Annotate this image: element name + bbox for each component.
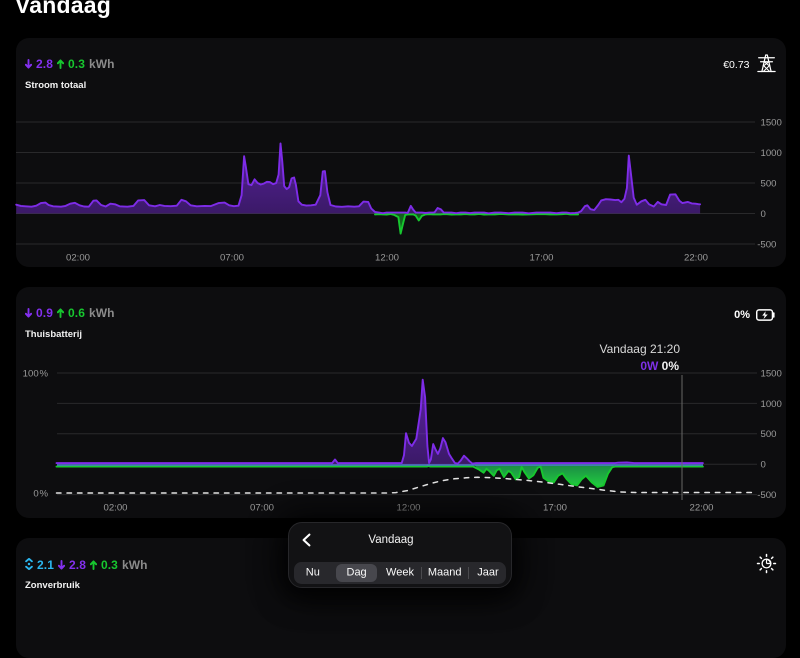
svg-text:17:00: 17:00: [543, 503, 567, 514]
svg-text:500: 500: [761, 178, 777, 189]
svg-text:0: 0: [761, 460, 766, 471]
svg-text:12:00: 12:00: [375, 253, 399, 264]
svg-text:1500: 1500: [761, 368, 782, 379]
svg-text:07:00: 07:00: [250, 503, 274, 514]
svg-text:02:00: 02:00: [103, 503, 127, 514]
svg-text:02:00: 02:00: [66, 253, 90, 264]
svg-text:22:00: 22:00: [689, 503, 713, 514]
svg-text:500: 500: [761, 429, 777, 440]
svg-text:1000: 1000: [761, 399, 782, 410]
svg-text:12:00: 12:00: [396, 503, 420, 514]
svg-text:1000: 1000: [761, 148, 782, 159]
svg-text:-500: -500: [757, 490, 776, 501]
svg-text:-500: -500: [757, 239, 776, 250]
svg-text:22:00: 22:00: [684, 253, 708, 264]
svg-text:1500: 1500: [761, 117, 782, 128]
svg-text:07:00: 07:00: [220, 253, 244, 264]
svg-text:0 %: 0 %: [33, 488, 48, 499]
svg-text:0: 0: [761, 209, 766, 220]
svg-text:17:00: 17:00: [529, 253, 553, 264]
